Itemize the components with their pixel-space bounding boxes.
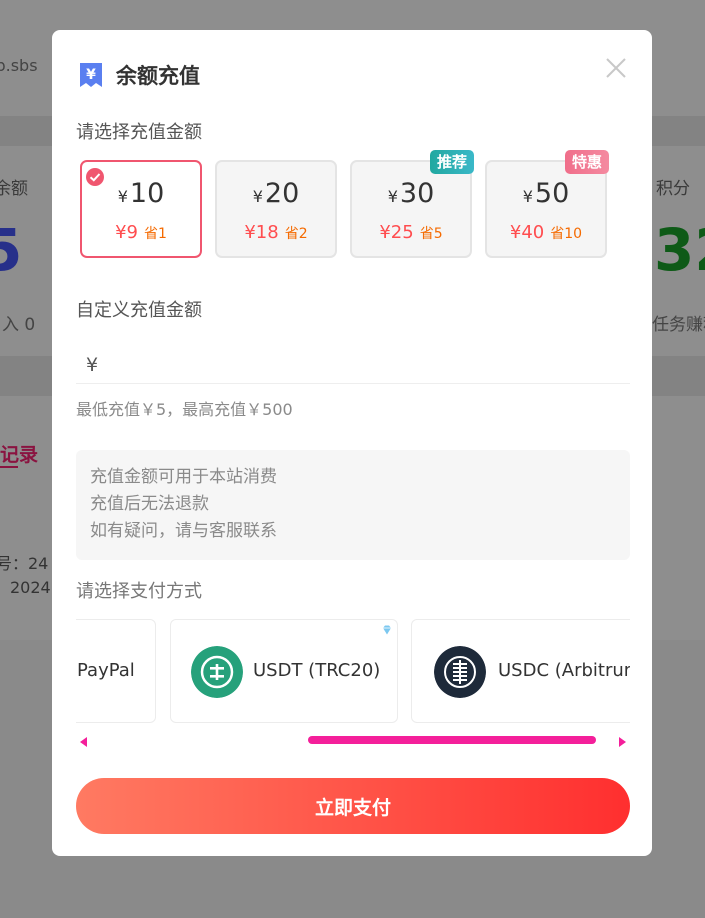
bg-order-number: 号：24	[0, 554, 49, 573]
bg-records-underline	[0, 466, 18, 468]
notice-line: 如有疑问，请与客服联系	[90, 521, 277, 541]
bg-points-sub: 任务赚积	[652, 315, 705, 335]
amount-price-row: ¥40 省10	[487, 222, 605, 243]
amount-price: ¥40	[509, 222, 545, 243]
svg-text:¥: ¥	[86, 67, 96, 83]
amount-value: ¥10	[82, 178, 200, 209]
usdt-icon	[191, 646, 243, 698]
amount-currency: ¥	[522, 187, 533, 206]
payment-method-label: 请选择支付方式	[76, 581, 202, 602]
custom-amount-row: ¥	[76, 352, 630, 384]
recommend-tag: 推荐	[429, 150, 474, 174]
recharge-modal: ¥ 余额充值 请选择充值金额 ¥10 ¥9 省1 ¥20 ¥18 省2 推荐 ¥…	[52, 30, 652, 856]
scroll-left-icon[interactable]	[80, 737, 88, 747]
notice-box: 充值金额可用于本站消费 充值后无法退款 如有疑问，请与客服联系	[76, 450, 630, 560]
amount-save: 省2	[284, 226, 308, 242]
payment-method-scroller[interactable]: PayPal USDT (TRC20) USDC (Arbitru	[76, 619, 630, 725]
amount-options: ¥10 ¥9 省1 ¥20 ¥18 省2 推荐 ¥30 ¥25 省5 特惠 ¥5…	[80, 150, 610, 258]
notice-line: 充值金额可用于本站消费	[90, 467, 277, 487]
amount-price-row: ¥9 省1	[82, 222, 200, 243]
amount-price-row: ¥25 省5	[352, 222, 470, 243]
diamond-icon	[383, 625, 391, 635]
amount-value: ¥50	[487, 178, 605, 209]
payment-name: PayPal	[77, 660, 135, 681]
amount-option-30[interactable]: 推荐 ¥30 ¥25 省5	[350, 150, 474, 258]
bg-points-label: 积分	[656, 179, 690, 199]
amount-price-row: ¥18 省2	[217, 222, 335, 243]
custom-currency-symbol: ¥	[86, 354, 99, 376]
payment-option-paypal[interactable]: PayPal	[76, 619, 156, 723]
bg-points-value: 32	[654, 216, 705, 284]
amount-price: ¥18	[244, 222, 279, 243]
bg-records-tab: 记录	[0, 444, 39, 466]
bg-order-date: 2024	[10, 578, 51, 597]
amount-number: 50	[534, 178, 570, 209]
usdc-icon	[434, 646, 486, 698]
amount-number: 10	[129, 178, 165, 209]
amount-currency: ¥	[387, 187, 398, 206]
bg-balance-label: 余额	[0, 179, 28, 199]
limit-hint: 最低充值￥5，最高充值￥500	[76, 400, 293, 419]
custom-amount-label: 自定义充值金额	[76, 300, 202, 321]
amount-save: 省5	[419, 226, 443, 242]
amount-currency: ¥	[252, 187, 263, 206]
amount-number: 20	[264, 178, 300, 209]
bg-url: yb.sbs	[0, 56, 38, 75]
amount-save: 省1	[143, 226, 167, 242]
custom-amount-input[interactable]	[112, 352, 622, 382]
amount-price: ¥25	[379, 222, 414, 243]
payment-option-usdc-arbitrum[interactable]: USDC (Arbitrum)	[411, 619, 630, 723]
bg-balance-value: 5	[0, 216, 23, 284]
amount-number: 30	[399, 178, 435, 209]
payment-scrollbar-thumb[interactable]	[308, 736, 596, 744]
amount-currency: ¥	[117, 187, 128, 206]
choose-amount-label: 请选择充值金额	[76, 122, 202, 143]
amount-option-50[interactable]: 特惠 ¥50 ¥40 省10	[485, 150, 609, 258]
yen-wallet-icon: ¥	[80, 63, 102, 87]
bg-balance-sub: 入 0	[2, 315, 36, 335]
amount-value: ¥30	[352, 178, 470, 209]
payment-option-usdt-trc20[interactable]: USDT (TRC20)	[170, 619, 398, 723]
notice-line: 充值后无法退款	[90, 494, 209, 514]
pay-now-button[interactable]: 立即支付	[76, 778, 630, 834]
modal-header: ¥ 余额充值	[76, 60, 200, 90]
amount-option-20[interactable]: ¥20 ¥18 省2	[215, 160, 337, 258]
amount-save: 省10	[550, 226, 583, 242]
close-icon[interactable]	[604, 56, 628, 80]
special-offer-tag: 特惠	[564, 150, 609, 174]
amount-option-10[interactable]: ¥10 ¥9 省1	[80, 160, 202, 258]
scroll-right-icon[interactable]	[618, 737, 626, 747]
payment-name: USDC (Arbitrum)	[498, 660, 630, 681]
amount-price: ¥9	[115, 222, 138, 243]
amount-value: ¥20	[217, 178, 335, 209]
modal-title: 余额充值	[116, 64, 200, 88]
payment-name: USDT (TRC20)	[253, 660, 381, 681]
